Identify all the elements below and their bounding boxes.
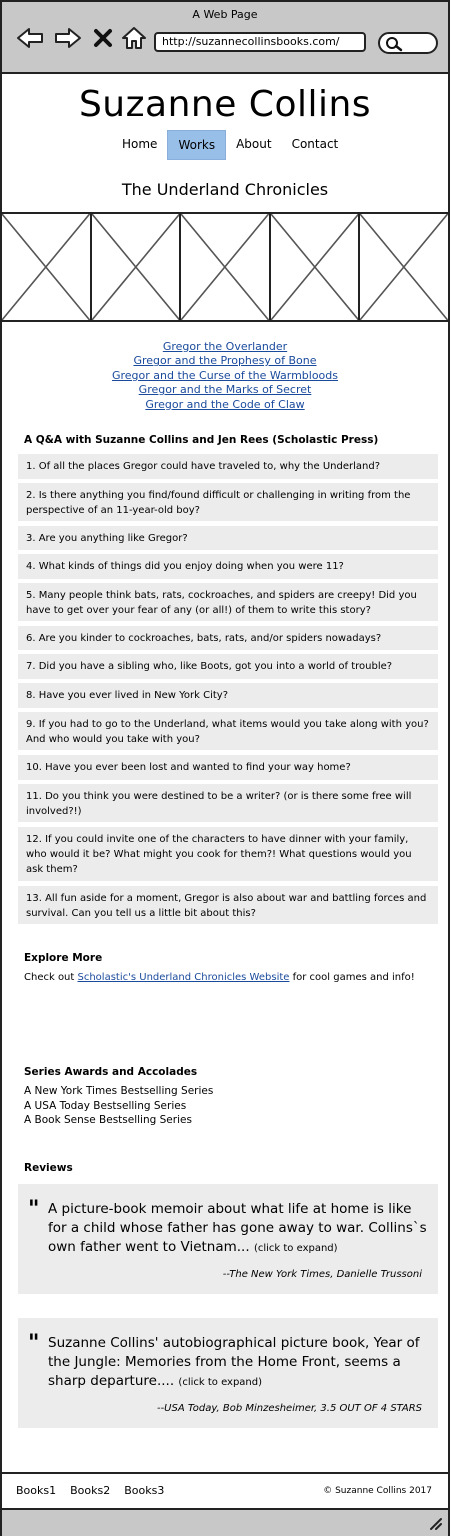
explore-suffix: for cool games and info!: [289, 972, 415, 983]
reviews-heading: Reviews: [24, 1162, 73, 1174]
expand-link[interactable]: (click to expand): [254, 1243, 338, 1254]
qa-question[interactable]: 2. Is there anything you find/found diff…: [18, 483, 438, 521]
footer-link-books2[interactable]: Books2: [70, 1484, 110, 1497]
nav-contact[interactable]: Contact: [282, 130, 349, 160]
nav-home[interactable]: Home: [112, 130, 167, 160]
qa-question[interactable]: 10. Have you ever been lost and wanted t…: [18, 755, 438, 780]
back-arrow-icon[interactable]: [16, 26, 44, 50]
browser-search-field[interactable]: [378, 32, 438, 54]
book-cover-placeholder[interactable]: [2, 214, 92, 320]
book-cover-gallery: [2, 212, 448, 322]
scholastic-website-link[interactable]: Scholastic's Underland Chronicles Websit…: [78, 972, 290, 983]
window-title: A Web Page: [192, 8, 258, 21]
expand-link[interactable]: (click to expand): [178, 1377, 262, 1388]
search-icon: [386, 37, 403, 52]
qa-question[interactable]: 1. Of all the places Gregor could have t…: [18, 454, 438, 479]
browser-status-bar: [2, 1508, 448, 1536]
qa-question[interactable]: 9. If you had to go to the Underland, wh…: [18, 712, 438, 750]
home-icon[interactable]: [120, 26, 148, 50]
award-item: A Book Sense Bestselling Series: [24, 1114, 192, 1126]
qa-question[interactable]: 12. If you could invite one of the chara…: [18, 827, 438, 881]
review-card[interactable]: " Suzanne Collins' autobiographical pict…: [18, 1318, 438, 1428]
review-text: Suzanne Collins' autobiographical pictur…: [48, 1334, 428, 1392]
book-cover-placeholder[interactable]: [360, 214, 448, 320]
qa-question[interactable]: 3. Are you anything like Gregor?: [18, 526, 438, 550]
main-nav: Home Works About Contact: [112, 130, 348, 160]
book-link[interactable]: Gregor and the Prophesy of Bone: [2, 354, 448, 368]
book-link[interactable]: Gregor the Overlander: [2, 340, 448, 354]
quote-icon: ": [28, 1330, 40, 1356]
section-title: The Underland Chronicles: [121, 180, 329, 199]
qa-question[interactable]: 11. Do you think you were destined to be…: [18, 784, 438, 822]
awards-heading: Series Awards and Accolades: [24, 1066, 198, 1078]
nav-works[interactable]: Works: [167, 130, 227, 160]
browser-toolbar: A Web Page http://suzannecollinsbooks.co…: [2, 2, 448, 74]
qa-question[interactable]: 5. Many people think bats, rats, cockroa…: [18, 583, 438, 621]
footer-divider: [2, 1472, 448, 1474]
book-link[interactable]: Gregor and the Marks of Secret: [2, 383, 448, 397]
browser-window: A Web Page http://suzannecollinsbooks.co…: [0, 0, 450, 1536]
forward-arrow-icon[interactable]: [54, 26, 82, 50]
awards-list: A New York Times Bestselling Series A US…: [24, 1084, 213, 1128]
book-link-list: Gregor the Overlander Gregor and the Pro…: [2, 340, 448, 412]
explore-heading: Explore More: [24, 952, 103, 964]
address-bar[interactable]: http://suzannecollinsbooks.com/: [154, 32, 366, 52]
explore-prefix: Check out: [24, 972, 78, 983]
close-x-icon[interactable]: [92, 26, 114, 50]
qa-question[interactable]: 4. What kinds of things did you enjoy do…: [18, 554, 438, 579]
qa-question[interactable]: 8. Have you ever lived in New York City?: [18, 683, 438, 708]
review-text: A picture-book memoir about what life at…: [48, 1200, 428, 1258]
site-title: Suzanne Collins: [78, 84, 372, 125]
award-item: A USA Today Bestselling Series: [24, 1099, 187, 1112]
review-source: --The New York Times, Danielle Trussoni: [222, 1269, 422, 1280]
review-card[interactable]: " A picture-book memoir about what life …: [18, 1184, 438, 1294]
qa-question[interactable]: 13. All fun aside for a moment, Gregor i…: [18, 886, 438, 924]
book-cover-placeholder[interactable]: [270, 214, 361, 320]
qa-question[interactable]: 7. Did you have a sibling who, like Boot…: [18, 654, 438, 679]
footer-links: Books1 Books2 Books3: [16, 1484, 164, 1497]
copyright-text: © Suzanne Collins 2017: [323, 1486, 432, 1496]
qa-heading: A Q&A with Suzanne Collins and Jen Rees …: [24, 434, 379, 446]
resize-grip-icon[interactable]: [428, 1516, 442, 1530]
review-source: --USA Today, Bob Minzesheimer, 3.5 OUT O…: [156, 1403, 422, 1414]
award-item: A New York Times Bestselling Series: [24, 1085, 214, 1097]
nav-about[interactable]: About: [226, 130, 281, 160]
book-link[interactable]: Gregor and the Curse of the Warmbloods: [2, 369, 448, 383]
qa-question[interactable]: 6. Are you kinder to cockroaches, bats, …: [18, 626, 438, 650]
review-quote: A picture-book memoir about what life at…: [48, 1201, 427, 1255]
book-cover-placeholder[interactable]: [91, 214, 182, 320]
book-link[interactable]: Gregor and the Code of Claw: [2, 398, 448, 412]
footer-link-books1[interactable]: Books1: [16, 1484, 56, 1497]
quote-icon: ": [28, 1196, 40, 1222]
footer-link-books3[interactable]: Books3: [124, 1484, 164, 1497]
explore-text: Check out Scholastic's Underland Chronic…: [24, 970, 434, 985]
book-cover-placeholder[interactable]: [181, 214, 271, 320]
